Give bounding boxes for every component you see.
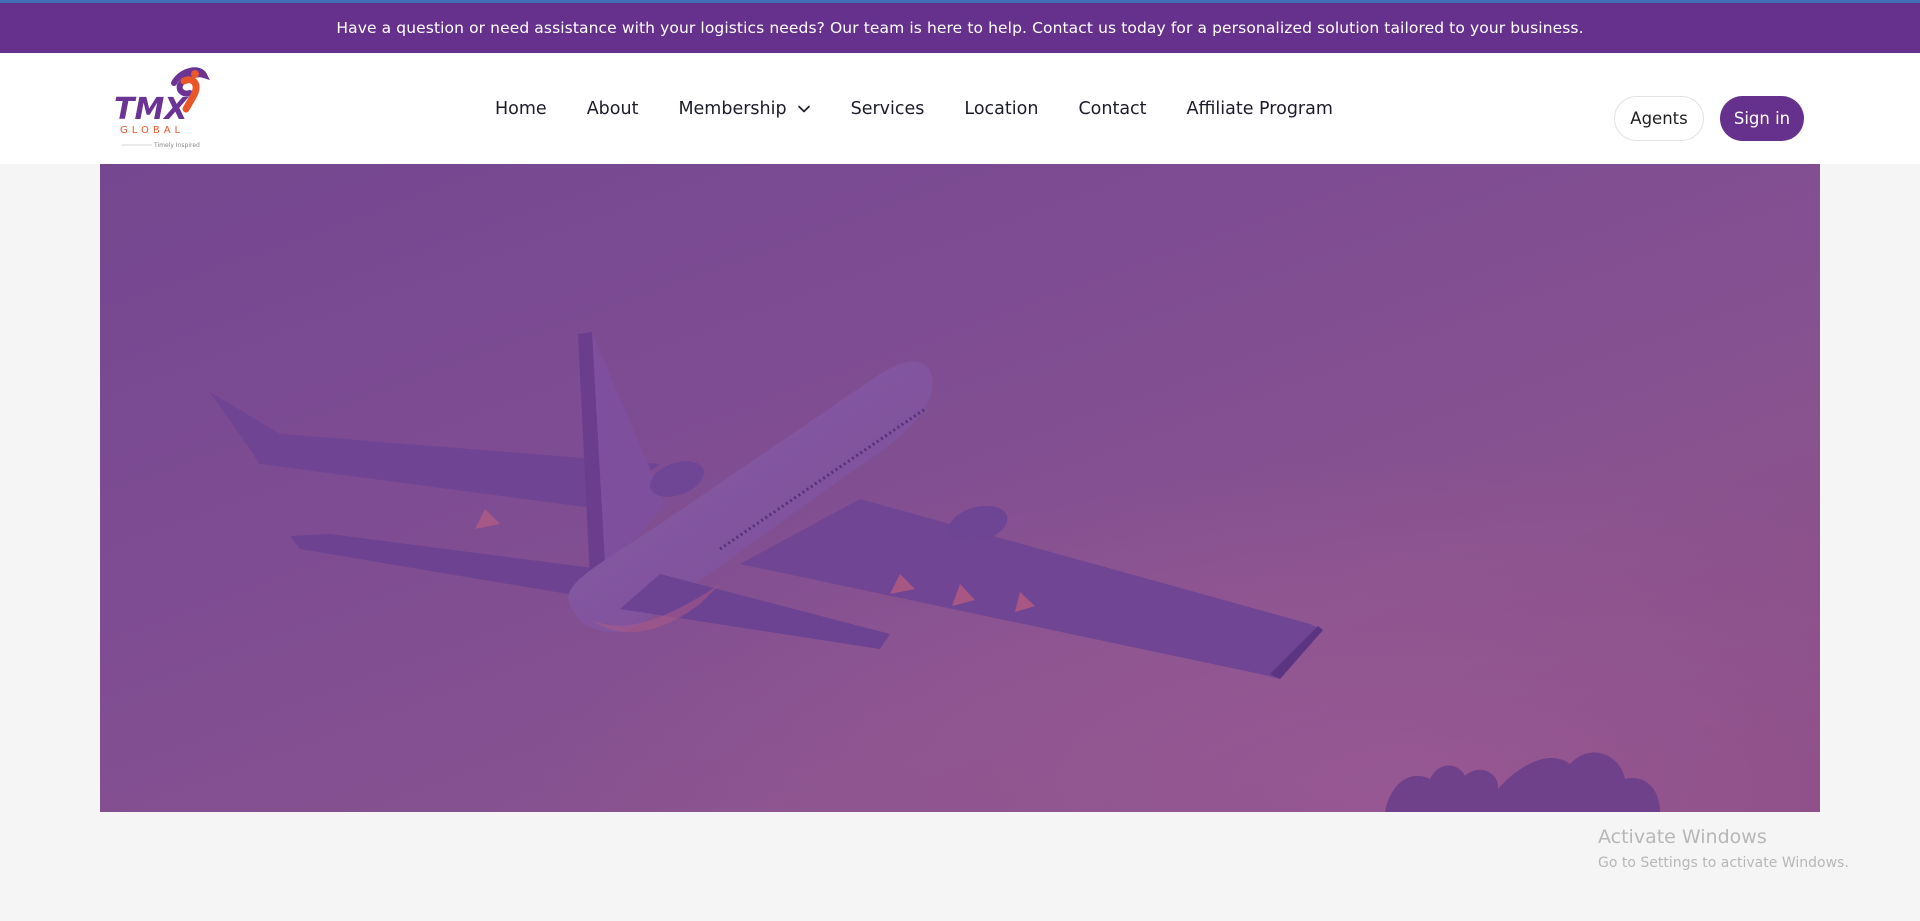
logo-subtitle: GLOBAL [120, 125, 184, 136]
nav-location-label: Location [964, 98, 1039, 119]
windows-activation-watermark: Activate Windows Go to Settings to activ… [1598, 826, 1849, 871]
sign-in-button[interactable]: Sign in [1720, 96, 1804, 141]
nav-affiliate-label: Affiliate Program [1186, 98, 1333, 119]
watermark-title: Activate Windows [1598, 826, 1767, 848]
airplane-hero-image [100, 164, 1820, 812]
nav-home[interactable]: Home [495, 99, 547, 119]
watermark-subtitle: Go to Settings to activate Windows. [1598, 855, 1849, 871]
nav-affiliate-program[interactable]: Affiliate Program [1187, 99, 1333, 119]
tmx-global-logo[interactable]: TMX GLOBAL Timely Inspired [112, 65, 212, 151]
nav-about-label: About [586, 98, 639, 119]
announcement-bar: Have a question or need assistance with … [0, 3, 1920, 53]
agents-button[interactable]: Agents [1614, 96, 1704, 141]
logo-tagline: Timely Inspired [153, 142, 200, 149]
nav-membership[interactable]: Membership [678, 99, 810, 119]
main-navigation: Home About Membership Services Location … [495, 53, 1373, 164]
hero-banner [100, 164, 1820, 812]
nav-services-label: Services [850, 98, 925, 119]
logo-wordmark: TMX [114, 92, 189, 127]
nav-home-label: Home [495, 98, 547, 119]
nav-services[interactable]: Services [851, 99, 925, 119]
site-header: TMX GLOBAL Timely Inspired Home About Me… [0, 53, 1920, 164]
nav-contact-label: Contact [1078, 98, 1147, 119]
nav-contact[interactable]: Contact [1078, 99, 1146, 119]
nav-about[interactable]: About [587, 99, 639, 119]
announcement-text: Have a question or need assistance with … [336, 19, 1584, 37]
nav-location[interactable]: Location [964, 99, 1038, 119]
chevron-down-icon [797, 105, 810, 112]
nav-membership-label: Membership [678, 98, 787, 119]
